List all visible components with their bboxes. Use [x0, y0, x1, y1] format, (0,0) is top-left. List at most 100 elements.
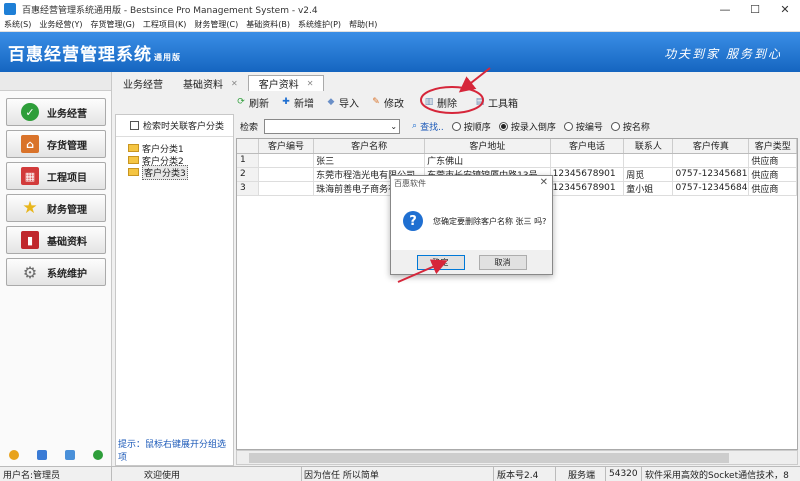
table-cell[interactable]: 供应商: [748, 153, 797, 168]
left-nav: ✓ 业务经营 ⌂ 存货管理 ▦ 工程项目 ★ 财务管理 ▮ 基础资料 ⚙ 系统维…: [0, 72, 112, 466]
nav-business-button[interactable]: ✓ 业务经营: [6, 98, 106, 126]
tab-business[interactable]: 业务经营: [113, 75, 173, 91]
dialog-message: 您确定要删除客户名称 张三 吗?: [433, 216, 547, 226]
screen-icon[interactable]: [65, 450, 75, 460]
info-icon[interactable]: [9, 450, 19, 460]
table-cell[interactable]: [258, 167, 315, 182]
column-header[interactable]: 客户传真: [672, 139, 750, 154]
ok-button[interactable]: 确定: [416, 254, 465, 270]
table-cell[interactable]: 供应商: [748, 181, 797, 196]
column-header[interactable]: [237, 139, 259, 154]
refresh-label: 刷新: [249, 98, 269, 110]
menu-basic-data[interactable]: 基础资料(B): [242, 19, 294, 30]
find-button[interactable]: ⌕ 查找..: [412, 120, 444, 133]
nav-finance-button[interactable]: ★ 财务管理: [6, 194, 106, 222]
tree-node-selected[interactable]: 客户分类3: [116, 164, 233, 180]
checkbox-box[interactable]: [130, 121, 139, 130]
column-header[interactable]: 联系人: [623, 139, 674, 154]
chevron-down-icon[interactable]: ⌄: [390, 122, 397, 131]
window-title: 百惠经营管理系统通用版 - Bestsince Pro Management S…: [22, 5, 318, 16]
table-header: 客户编号 客户名称 客户地址 客户电话 联系人 客户传真 客户类型: [237, 139, 797, 154]
banner: 百惠经营管理系统 通用版 功夫到家 服务到心: [0, 32, 800, 72]
radio-label: 按名称: [622, 122, 650, 133]
radio-circle[interactable]: [610, 121, 620, 131]
table-cell[interactable]: [258, 181, 315, 196]
check-icon: ✓: [21, 103, 39, 121]
scrollbar-thumb[interactable]: [249, 453, 729, 463]
tab-basic-data[interactable]: 基础资料 ✕: [173, 75, 248, 91]
title-bar: 百惠经营管理系统通用版 - Bestsince Pro Management S…: [0, 0, 800, 18]
checkbox-label: 检索时关联客户分类: [143, 122, 225, 132]
menu-projects[interactable]: 工程项目(K): [139, 19, 191, 30]
table-cell[interactable]: [672, 153, 750, 168]
import-button[interactable]: ◆ 导入: [326, 95, 359, 110]
tree-node[interactable]: 客户分类1: [116, 142, 233, 155]
find-label: 查找..: [420, 122, 444, 133]
horizontal-scrollbar[interactable]: [236, 450, 798, 465]
table-cell[interactable]: 12345678901: [550, 181, 625, 196]
table-cell[interactable]: [623, 153, 674, 168]
table-cell[interactable]: 0757-12345681: [672, 167, 750, 182]
menu-inventory[interactable]: 存货管理(G): [86, 19, 138, 30]
tab-customers[interactable]: 客户资料 ✕: [247, 75, 325, 91]
table-cell[interactable]: [550, 153, 625, 168]
menu-finance[interactable]: 财务管理(C): [190, 19, 242, 30]
dialog-close-icon[interactable]: ✕: [540, 177, 548, 188]
gear-icon: ⚙: [22, 262, 38, 282]
window-controls: — ☐ ✕: [710, 0, 800, 18]
refresh-button[interactable]: ⟳ 刷新: [236, 95, 269, 110]
cancel-button[interactable]: 取消: [478, 254, 527, 270]
delete-button[interactable]: ▥ 删除: [424, 95, 457, 110]
radio-circle-checked[interactable]: [498, 121, 508, 131]
table-cell[interactable]: 广东佛山: [424, 153, 551, 168]
nav-inventory-button[interactable]: ⌂ 存货管理: [6, 130, 106, 158]
tab-bar: 业务经营 基础资料 ✕ 客户资料 ✕: [113, 74, 325, 91]
radio-circle[interactable]: [563, 121, 573, 131]
close-button[interactable]: ✕: [770, 0, 800, 18]
toolbox-button[interactable]: ▤ 工具箱: [475, 95, 518, 110]
sort-name-radio[interactable]: 按名称: [610, 120, 650, 133]
exit-icon[interactable]: [93, 450, 103, 460]
tab-label: 客户资料: [258, 80, 299, 91]
confirm-dialog: 百惠软件 ✕ ? 您确定要删除客户名称 张三 吗? 确定 取消: [390, 175, 553, 275]
link-category-checkbox[interactable]: 检索时关联客户分类: [116, 115, 233, 137]
table-row[interactable]: 1 张三 广东佛山 供应商: [237, 153, 797, 168]
tab-close-icon[interactable]: ✕: [231, 79, 238, 88]
status-port: 54320: [606, 466, 642, 481]
maximize-button[interactable]: ☐: [740, 0, 770, 18]
column-header[interactable]: 客户地址: [424, 139, 551, 154]
menu-business[interactable]: 业务经营(Y): [35, 19, 86, 30]
refresh-icon: ⟳: [237, 97, 245, 107]
menu-maintenance[interactable]: 系统维护(P): [294, 19, 345, 30]
sort-code-radio[interactable]: 按编号: [563, 120, 603, 133]
column-header[interactable]: 客户类型: [748, 139, 797, 154]
search-input[interactable]: ⌄: [264, 118, 401, 134]
tab-close-icon[interactable]: ✕: [307, 79, 314, 88]
row-number: 1: [237, 153, 259, 168]
sort-order-radio[interactable]: 按顺序: [451, 120, 491, 133]
menu-system[interactable]: 系统(S): [0, 19, 35, 30]
table-cell[interactable]: 张三: [313, 153, 426, 168]
status-welcome: 欢迎使用: [112, 466, 302, 481]
status-bar: 用户名:管理员 欢迎使用 因为信任 所以简单 版本号2.4 服务端 54320 …: [0, 466, 800, 481]
radio-circle[interactable]: [451, 121, 461, 131]
column-header[interactable]: 客户电话: [550, 139, 625, 154]
column-header[interactable]: 客户编号: [258, 139, 315, 154]
table-cell[interactable]: 0757-12345684: [672, 181, 750, 196]
nav-basic-data-button[interactable]: ▮ 基础资料: [6, 226, 106, 254]
table-cell[interactable]: 12345678901: [550, 167, 625, 182]
table-cell[interactable]: 周觅: [623, 167, 674, 182]
table-cell[interactable]: 供应商: [748, 167, 797, 182]
add-button[interactable]: ✚ 新增: [281, 95, 314, 110]
minimize-button[interactable]: —: [710, 0, 740, 18]
sort-reverse-radio[interactable]: 按录入倒序: [498, 120, 556, 133]
hint-text: 提示：鼠标右键展开分组选项: [118, 440, 227, 463]
calculator-icon[interactable]: [37, 450, 47, 460]
edit-button[interactable]: ✎ 修改: [371, 95, 404, 110]
table-cell[interactable]: [258, 153, 315, 168]
table-cell[interactable]: 童小姐: [623, 181, 674, 196]
column-header[interactable]: 客户名称: [313, 139, 426, 154]
menu-help[interactable]: 帮助(H): [345, 19, 381, 30]
nav-maintenance-button[interactable]: ⚙ 系统维护: [6, 258, 106, 286]
nav-projects-button[interactable]: ▦ 工程项目: [6, 162, 106, 190]
